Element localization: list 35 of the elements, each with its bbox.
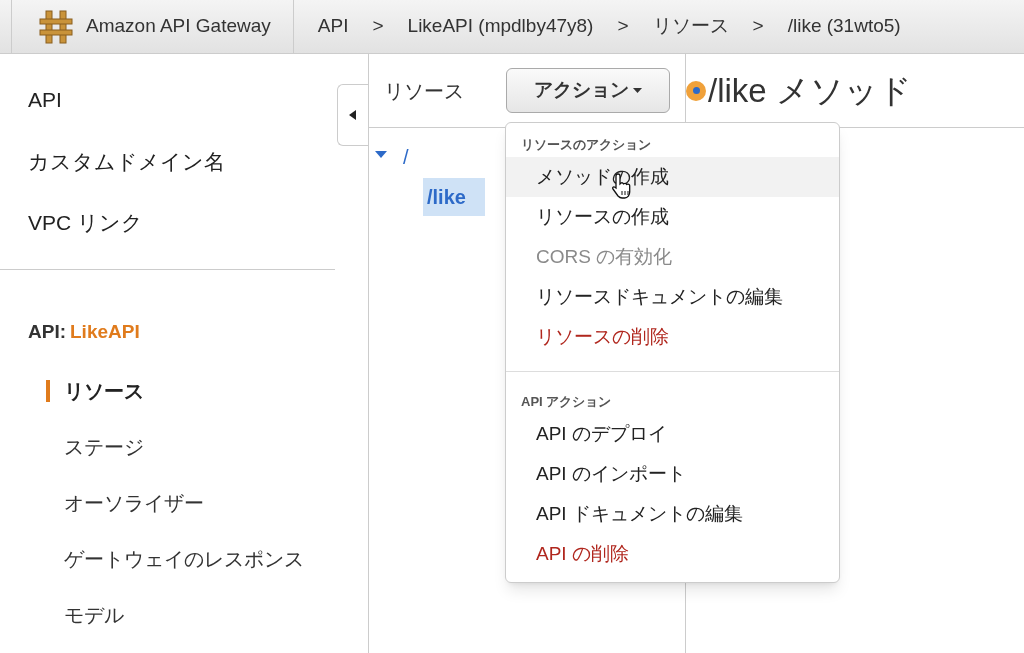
tree-node[interactable]: /like xyxy=(423,178,485,216)
menu-item[interactable]: リソースの削除 xyxy=(506,317,839,357)
api-label: API: xyxy=(28,319,66,344)
menu-section-header: リソースのアクション xyxy=(520,136,652,154)
caret-left-icon xyxy=(349,110,357,120)
menu-item[interactable]: API のデプロイ xyxy=(506,414,839,454)
sidebar-link[interactable]: API xyxy=(28,84,62,116)
sidebar-link[interactable]: VPC リンク xyxy=(28,207,143,239)
menu-section-header: API アクション xyxy=(520,393,613,411)
sidebar-nav-item[interactable]: モデル xyxy=(64,600,124,630)
breadcrumb-link[interactable]: API xyxy=(317,12,349,41)
breadcrumb-separator: > xyxy=(617,14,629,39)
menu-item[interactable]: API のインポート xyxy=(506,454,839,494)
product-name[interactable]: Amazon API Gateway xyxy=(86,12,271,41)
caret-down-icon xyxy=(633,88,642,93)
detail-title: /like メソッド xyxy=(708,70,912,111)
breadcrumb-separator: > xyxy=(372,14,384,39)
breadcrumb-link[interactable]: /like (31wto5) xyxy=(787,12,901,41)
breadcrumb-separator: > xyxy=(752,14,764,39)
sidebar-nav-item[interactable]: リソース xyxy=(64,376,144,406)
logo-icon xyxy=(38,8,74,45)
menu-item[interactable]: リソースの作成 xyxy=(506,197,839,237)
status-indicator-icon xyxy=(686,80,706,101)
menu-item[interactable]: API ドキュメントの編集 xyxy=(506,494,839,534)
tree-node[interactable]: / xyxy=(399,142,413,172)
menu-item[interactable]: API の削除 xyxy=(506,534,839,574)
panel-title: リソース xyxy=(384,78,465,104)
sidebar-nav-item[interactable]: ステージ xyxy=(64,432,144,462)
sidebar-link[interactable]: カスタムドメイン名 xyxy=(28,145,225,177)
breadcrumb-link[interactable]: LikeAPI (mpdlby47y8) xyxy=(407,12,594,41)
menu-item[interactable]: リソースドキュメントの編集 xyxy=(506,277,839,317)
sidebar-nav-item[interactable]: ゲートウェイのレスポンス xyxy=(64,544,304,574)
sidebar-nav-item[interactable]: オーソライザー xyxy=(64,488,204,518)
breadcrumb-link[interactable]: リソース xyxy=(652,12,729,41)
actions-dropdown-button[interactable]: アクション xyxy=(506,68,670,113)
